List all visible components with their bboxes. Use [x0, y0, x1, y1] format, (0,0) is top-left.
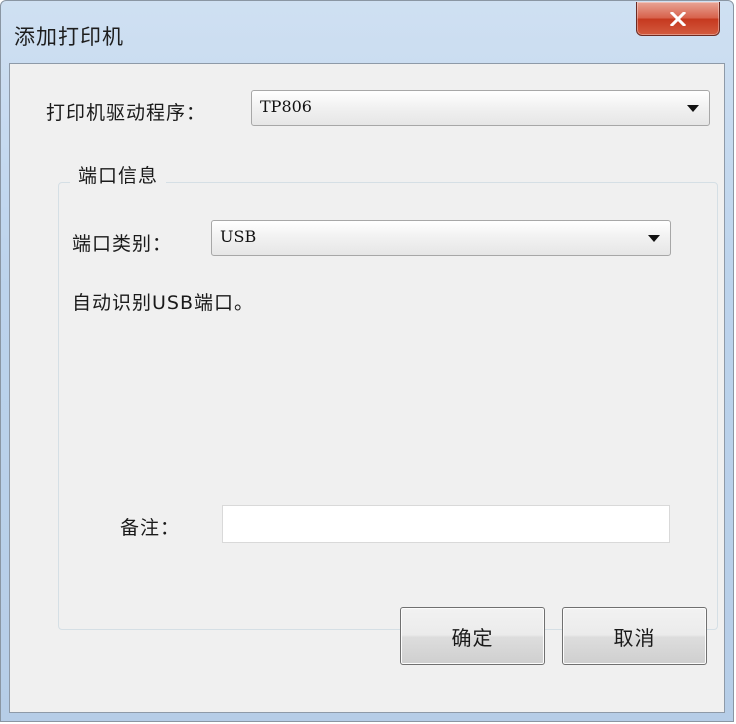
title-bar[interactable]: 添加打印机	[1, 1, 733, 61]
close-icon	[670, 11, 686, 26]
driver-select-value: TP806	[260, 97, 312, 116]
add-printer-dialog: 添加打印机 打印机驱动程序： TP806 端口信息 端口类别： USB 自动识别…	[0, 0, 734, 722]
dialog-title: 添加打印机	[14, 25, 124, 49]
chevron-down-icon	[648, 235, 660, 242]
close-button[interactable]	[636, 2, 720, 36]
dialog-body: 打印机驱动程序： TP806 端口信息 端口类别： USB 自动识别USB端口。…	[9, 63, 725, 713]
port-type-label: 端口类别：	[72, 233, 173, 255]
port-info-text: 自动识别USB端口。	[72, 292, 255, 314]
note-label: 备注：	[120, 517, 181, 539]
cancel-button[interactable]: 取消	[562, 607, 707, 665]
port-info-legend: 端口信息	[70, 161, 167, 188]
port-type-select[interactable]: USB	[211, 220, 671, 256]
note-input[interactable]	[222, 505, 670, 543]
chevron-down-icon	[687, 105, 699, 112]
driver-label: 打印机驱动程序：	[46, 102, 207, 124]
driver-select[interactable]: TP806	[251, 90, 710, 126]
ok-button[interactable]: 确定	[400, 607, 545, 665]
port-type-select-value: USB	[220, 227, 257, 246]
